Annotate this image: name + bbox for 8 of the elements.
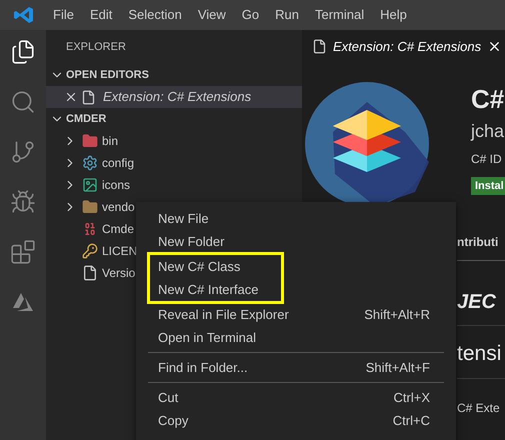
open-editor-label: Extension: C# Extensions — [103, 88, 252, 106]
sidebar-title: EXPLORER — [65, 40, 127, 55]
readme-heading: JEC — [457, 290, 497, 315]
readme-subheading: tensi — [457, 341, 502, 367]
readme-text: C# Exte — [457, 400, 501, 417]
extension-title: C# — [471, 83, 505, 116]
extension-description: C# ID — [471, 151, 503, 168]
publisher-name: jcha — [471, 120, 505, 143]
